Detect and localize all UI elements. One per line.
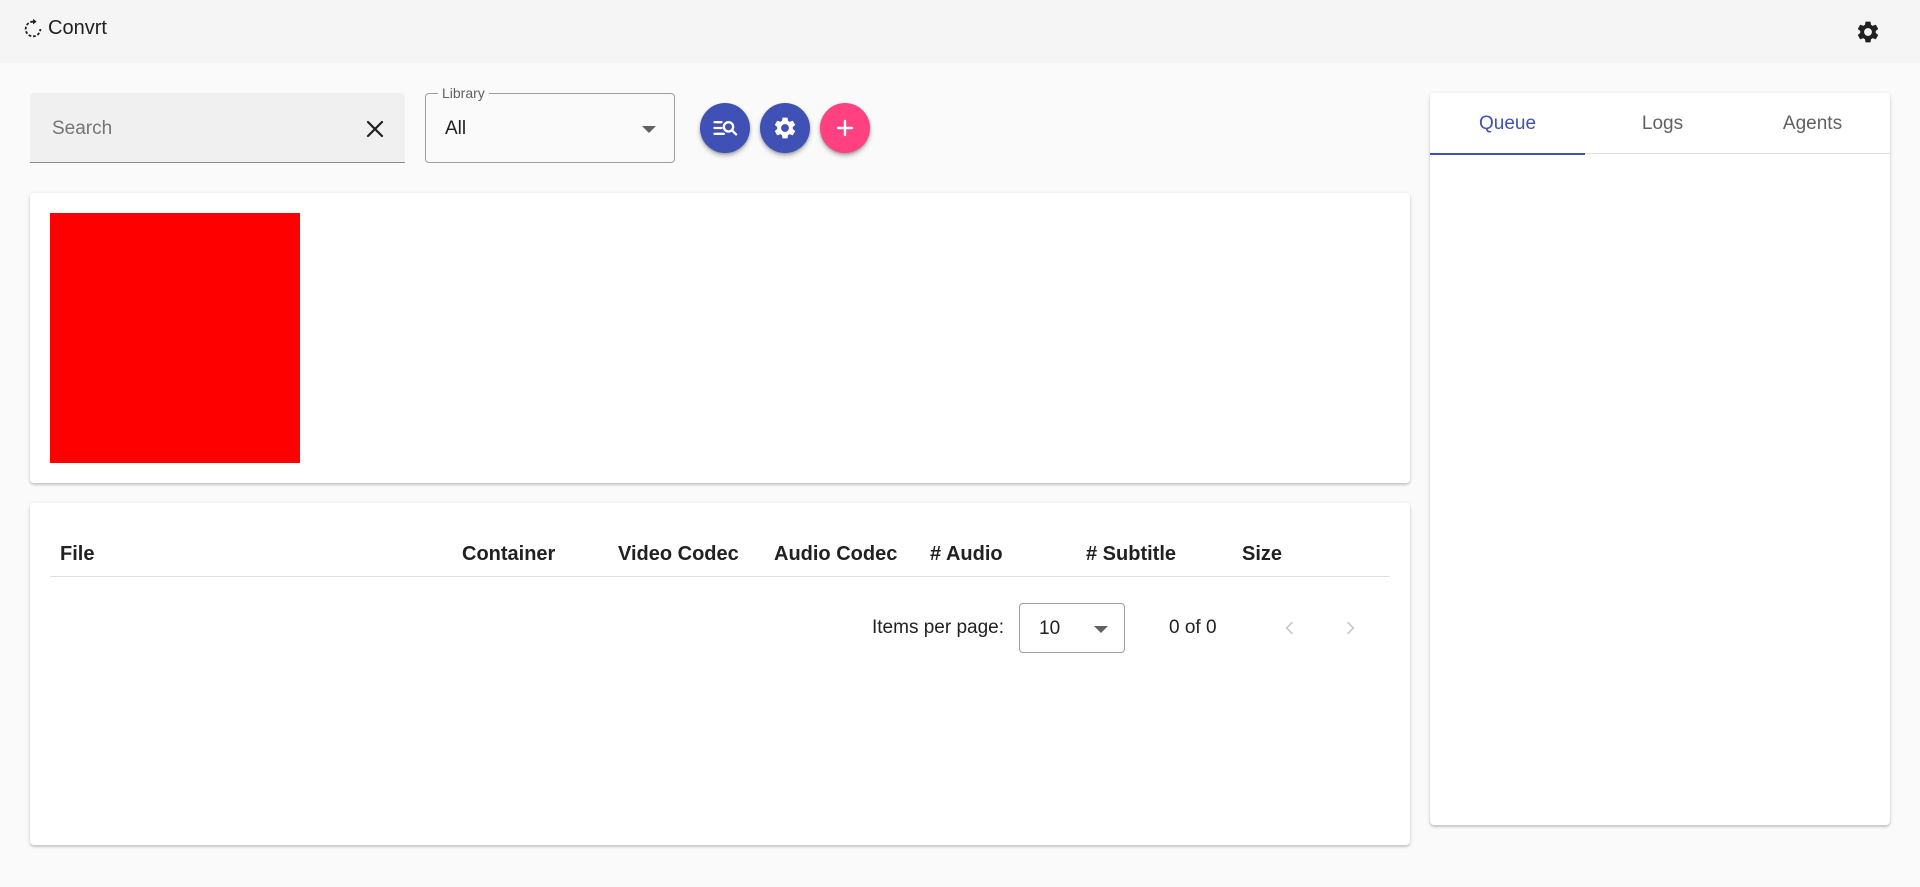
chevron-left-icon <box>1285 621 1294 635</box>
chevron-down-icon <box>1094 626 1108 633</box>
preview-image <box>50 213 300 463</box>
clear-search-button[interactable] <box>363 117 387 141</box>
chevron-right-icon <box>1346 621 1355 635</box>
items-per-page-select[interactable]: 10 <box>1019 603 1125 653</box>
gear-icon <box>1857 21 1879 43</box>
tab-logs[interactable]: Logs <box>1585 93 1740 154</box>
library-settings-button[interactable] <box>760 103 810 153</box>
settings-button[interactable] <box>1854 18 1882 46</box>
library-label: Library <box>438 85 489 101</box>
add-button[interactable] <box>820 103 870 153</box>
tab-agents[interactable]: Agents <box>1735 93 1890 154</box>
chevron-down-icon <box>642 126 656 133</box>
library-selected-value: All <box>445 118 467 139</box>
column-header-audio-codec[interactable]: Audio Codec <box>774 543 897 566</box>
table-header: File Container Video Codec Audio Codec #… <box>50 533 1390 577</box>
column-header-video-codec[interactable]: Video Codec <box>618 543 739 566</box>
autorenew-icon <box>22 18 44 40</box>
tab-queue[interactable]: Queue <box>1430 93 1585 155</box>
paginator: Items per page: 10 0 of 0 <box>30 603 1410 653</box>
active-tab-indicator <box>1430 153 1585 155</box>
app-title: Convrt <box>48 17 107 39</box>
items-per-page-value: 10 <box>1039 618 1061 639</box>
library-select[interactable]: Library All <box>425 85 675 163</box>
tab-logs-label: Logs <box>1641 112 1684 134</box>
preview-card <box>30 193 1410 483</box>
gear-icon <box>774 117 796 139</box>
column-header-size[interactable]: Size <box>1242 543 1282 566</box>
tab-agents-label: Agents <box>1782 112 1843 134</box>
manage-search-icon <box>713 121 738 136</box>
column-header-subtitle-count[interactable]: # Subtitle <box>1086 543 1176 566</box>
search-input[interactable] <box>50 115 350 143</box>
plus-icon <box>836 119 854 137</box>
app-brand[interactable]: Convrt <box>22 17 107 40</box>
items-per-page-label: Items per page: <box>872 617 1005 638</box>
top-app-bar: Convrt <box>0 0 1920 63</box>
column-header-container[interactable]: Container <box>462 543 555 566</box>
side-panel-tabs: Queue Logs Agents <box>1430 93 1890 155</box>
column-header-audio-count[interactable]: # Audio <box>930 543 1003 566</box>
column-header-file[interactable]: File <box>60 543 94 566</box>
scan-library-button[interactable] <box>700 103 750 153</box>
side-panel: Queue Logs Agents <box>1430 93 1890 825</box>
close-icon <box>366 120 384 138</box>
previous-page-button[interactable] <box>1275 613 1305 643</box>
page-range-label: 0 of 0 <box>1169 617 1217 638</box>
tab-queue-label: Queue <box>1478 112 1537 134</box>
files-table-card: File Container Video Codec Audio Codec #… <box>30 503 1410 845</box>
next-page-button[interactable] <box>1335 613 1365 643</box>
search-field[interactable] <box>30 93 405 163</box>
